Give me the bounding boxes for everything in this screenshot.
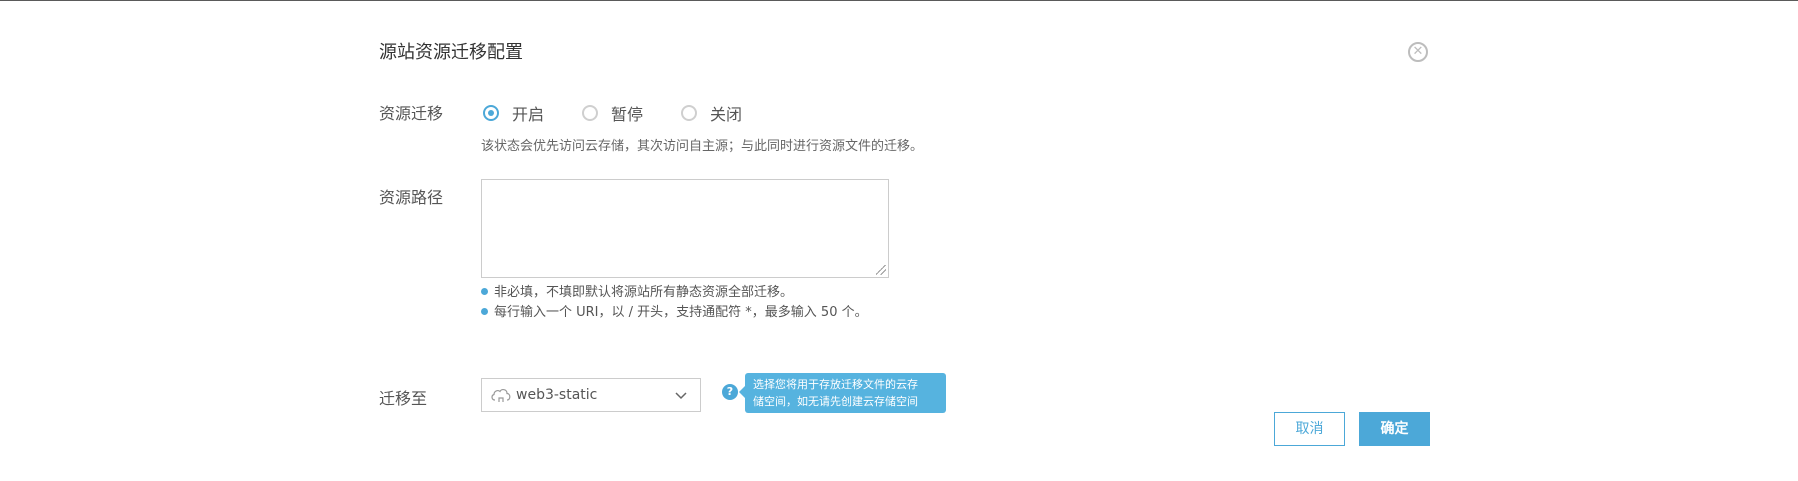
radio-close-label[interactable]: 关闭	[710, 101, 742, 125]
target-label: 迁移至	[379, 389, 428, 408]
resize-handle-icon[interactable]	[876, 265, 886, 275]
bullet-dot-icon	[481, 288, 488, 295]
cancel-button[interactable]: 取消	[1274, 412, 1345, 446]
radio-enable-circle[interactable]	[483, 105, 499, 121]
migration-help-text: 该状态会优先访问云存储，其次访问自主源；与此同时进行资源文件的迁移。	[481, 139, 924, 154]
storage-tooltip: 选择您将用于存放迁移文件的云存 储空间，如无请先创建云存储空间	[739, 373, 946, 413]
path-textarea[interactable]	[481, 179, 889, 278]
chevron-down-icon[interactable]	[674, 388, 688, 402]
radio-pause-circle[interactable]	[582, 105, 598, 121]
path-note-2-text: 每行输入一个 URI，以 / 开头，支持通配符 *，最多输入 50 个。	[494, 305, 868, 320]
storage-select[interactable]: web3-static	[481, 378, 701, 412]
radio-enable-label[interactable]: 开启	[512, 101, 544, 125]
radio-close[interactable]: 关闭	[681, 101, 742, 125]
radio-enable[interactable]: 开启	[483, 101, 544, 125]
tooltip-line-2: 储空间，如无请先创建云存储空间	[753, 395, 918, 408]
path-note-2: 每行输入一个 URI，以 / 开头，支持通配符 *，最多输入 50 个。	[481, 303, 871, 323]
radio-close-circle[interactable]	[681, 105, 697, 121]
path-label: 资源路径	[379, 188, 444, 207]
bullet-dot-icon	[481, 308, 488, 315]
path-note-1: 非必填，不填即默认将源站所有静态资源全部迁移。	[481, 283, 871, 303]
radio-pause[interactable]: 暂停	[582, 101, 643, 125]
help-icon[interactable]: ?	[722, 384, 738, 400]
top-divider	[0, 0, 1798, 1]
radio-pause-label[interactable]: 暂停	[611, 101, 643, 125]
cloud-storage-icon	[491, 389, 511, 402]
tooltip-line-1: 选择您将用于存放迁移文件的云存	[753, 378, 918, 391]
close-icon[interactable]: ✕	[1408, 42, 1428, 62]
dialog-title: 源站资源迁移配置	[379, 42, 523, 63]
migration-label: 资源迁移	[379, 104, 444, 123]
path-note-1-text: 非必填，不填即默认将源站所有静态资源全部迁移。	[494, 285, 794, 300]
confirm-button[interactable]: 确定	[1359, 412, 1430, 446]
storage-select-value[interactable]: web3-static	[516, 387, 674, 403]
